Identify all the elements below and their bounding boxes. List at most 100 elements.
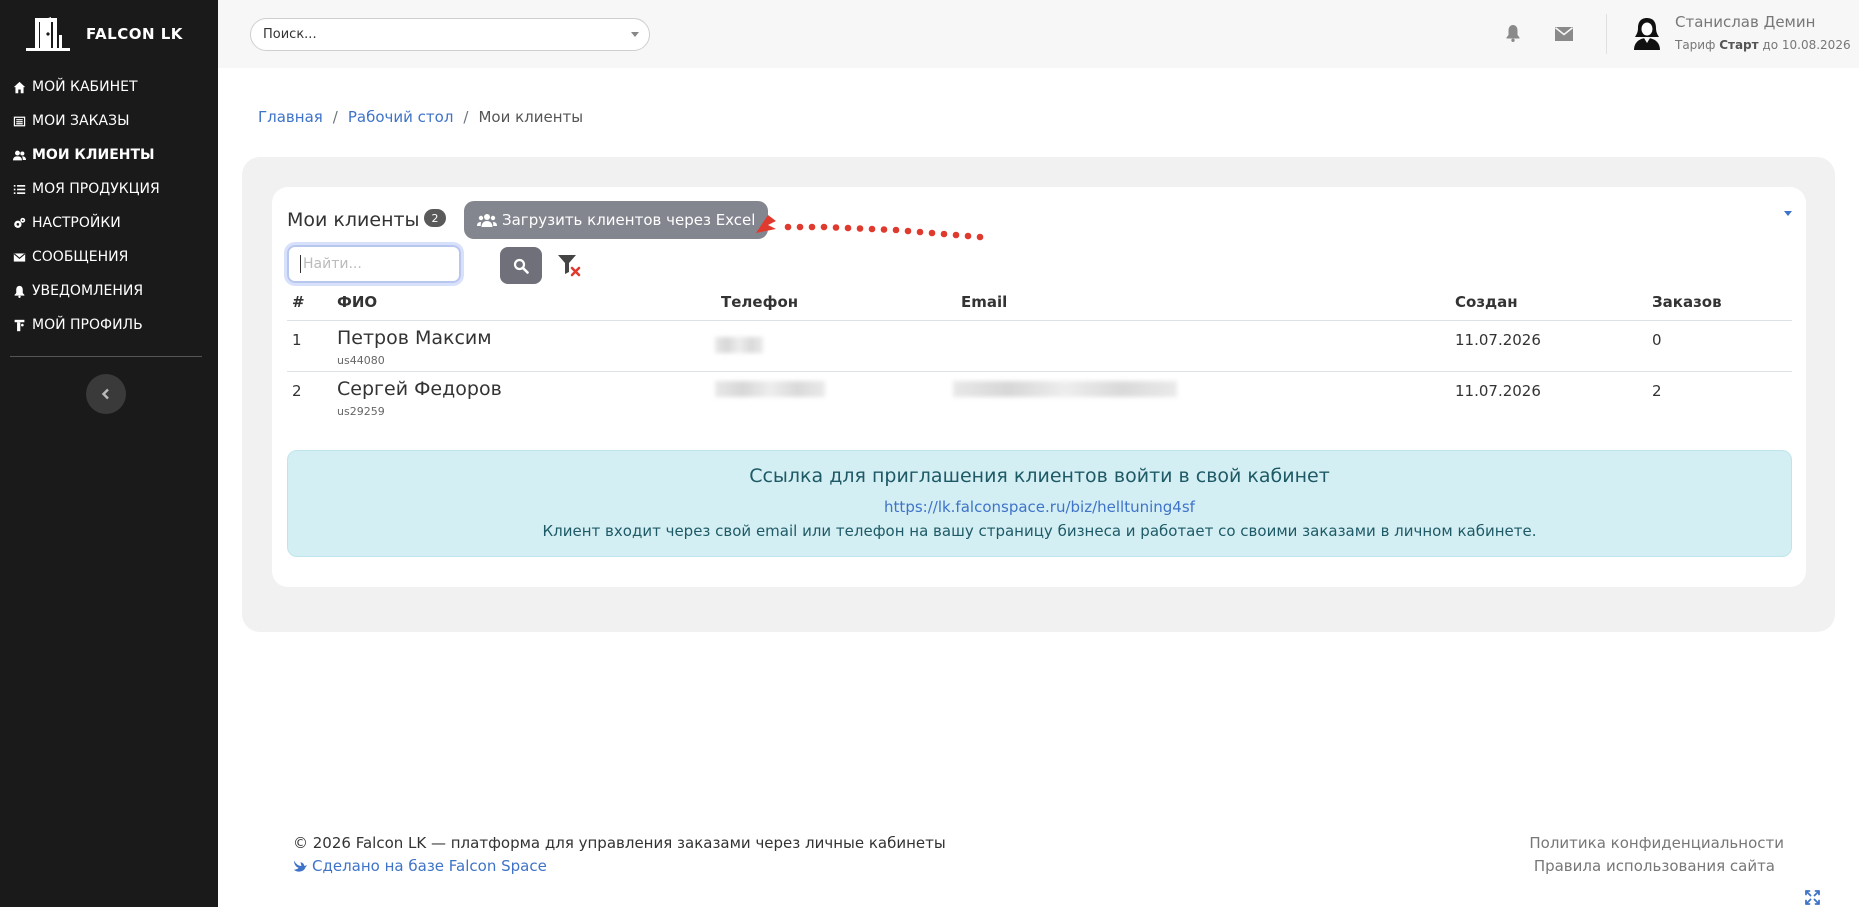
breadcrumb-current: Мои клиенты <box>478 108 584 126</box>
sidebar-item-label: МОИ ЗАКАЗЫ <box>32 113 130 129</box>
text-cursor <box>300 255 301 273</box>
clients-card: Мои клиенты 2 Загрузить клиентов через E… <box>272 187 1806 587</box>
upload-excel-button[interactable]: Загрузить клиентов через Excel <box>464 201 769 239</box>
row-fio[interactable]: Петров Максим <box>337 327 492 349</box>
invite-description: Клиент входит через свой email или телеф… <box>542 522 1537 540</box>
row-created: 11.07.2026 <box>1455 382 1541 400</box>
sidebar-item-my-profile[interactable]: МОЙ ПРОФИЛЬ <box>0 308 218 342</box>
user-name[interactable]: Станислав Демин <box>1675 13 1815 31</box>
sidebar-item-my-products[interactable]: МОЯ ПРОДУКЦИЯ <box>0 172 218 206</box>
sidebar-item-label: НАСТРОЙКИ <box>32 215 121 231</box>
col-num: # <box>292 293 305 311</box>
row-uid: us29259 <box>337 405 385 418</box>
users-icon <box>11 149 28 162</box>
row-fio[interactable]: Сергей Федоров <box>337 378 502 400</box>
sidebar-item-messages[interactable]: СООБЩЕНИЯ <box>0 240 218 274</box>
tariff-name: Старт <box>1719 38 1759 52</box>
chevron-left-icon <box>101 388 109 400</box>
sidebar-item-label: МОИ КЛИЕНТЫ <box>32 147 155 163</box>
clients-search-placeholder: Найти... <box>303 256 362 272</box>
caret-down-icon <box>631 32 639 37</box>
sidebar-item-label: МОЙ ПРОФИЛЬ <box>32 317 143 333</box>
card-collapse-caret-icon[interactable] <box>1784 211 1792 216</box>
list-ul-icon <box>11 183 28 196</box>
breadcrumb-separator: / <box>463 108 469 126</box>
footer-rules-link[interactable]: Правила использования сайта <box>1534 857 1775 875</box>
row-orders: 2 <box>1652 382 1662 400</box>
table-row[interactable]: 1 Петров Максим us44080 11.07.2026 0 <box>287 321 1792 372</box>
table-header: # ФИО Телефон Email Создан Заказов <box>287 287 1792 321</box>
top-header: Поиск... Станислав Демин Тариф Старт до … <box>218 0 1859 68</box>
tariff-suffix: до 10.08.2026 <box>1762 38 1851 52</box>
sidebar-nav: МОЙ КАБИНЕТ МОИ ЗАКАЗЫ МОИ КЛИЕНТЫ МОЯ П… <box>0 70 218 342</box>
sidebar-item-my-orders[interactable]: МОИ ЗАКАЗЫ <box>0 104 218 138</box>
messages-mail-icon[interactable] <box>1555 26 1573 41</box>
user-tariff: Тариф Старт до 10.08.2026 <box>1675 38 1851 52</box>
invite-title: Ссылка для приглашения клиентов войти в … <box>749 465 1330 487</box>
home-icon <box>11 81 28 94</box>
clients-search-button[interactable] <box>500 247 542 284</box>
envelope-icon <box>11 251 28 264</box>
user-tie-icon <box>11 319 28 332</box>
table-row[interactable]: 2 Сергей Федоров us29259 11.07.2026 2 <box>287 372 1792 423</box>
row-created: 11.07.2026 <box>1455 331 1541 349</box>
cogs-icon <box>11 217 28 230</box>
global-search-select[interactable]: Поиск... <box>250 18 650 51</box>
col-email: Email <box>961 293 1008 311</box>
page-title: Мои клиенты <box>287 209 420 231</box>
row-orders: 0 <box>1652 331 1662 349</box>
row-num: 1 <box>292 331 302 349</box>
tariff-prefix: Тариф <box>1675 38 1716 52</box>
search-select-placeholder: Поиск... <box>263 27 317 42</box>
sidebar-item-label: МОЯ ПРОДУКЦИЯ <box>32 181 160 197</box>
search-icon <box>513 258 529 274</box>
brand-logo[interactable]: FALCON LK <box>26 14 183 54</box>
content-panel: Мои клиенты 2 Загрузить клиентов через E… <box>242 157 1835 632</box>
breadcrumb-home-link[interactable]: Главная <box>258 108 323 126</box>
breadcrumb-separator: / <box>332 108 338 126</box>
footer-copyright: © 2026 Falcon LK — платформа для управле… <box>293 834 946 852</box>
clients-table: # ФИО Телефон Email Создан Заказов 1 Пет… <box>287 287 1792 423</box>
phone-redacted <box>715 337 763 353</box>
brand-name: FALCON LK <box>86 25 183 43</box>
sidebar-collapse-button[interactable] <box>86 374 126 414</box>
col-phone: Телефон <box>721 293 799 311</box>
users-icon <box>477 214 497 227</box>
clients-count-badge: 2 <box>424 209 446 227</box>
sidebar-item-label: УВЕДОМЛЕНИЯ <box>32 283 144 299</box>
col-created: Создан <box>1455 293 1518 311</box>
list-icon <box>11 115 28 128</box>
sidebar-item-my-clients[interactable]: МОИ КЛИЕНТЫ <box>0 138 218 172</box>
sidebar-item-label: СООБЩЕНИЯ <box>32 249 129 265</box>
sidebar: FALCON LK МОЙ КАБИНЕТ МОИ ЗАКАЗЫ МОИ КЛИ… <box>0 0 218 907</box>
user-avatar[interactable] <box>1632 16 1662 50</box>
sidebar-item-label: МОЙ КАБИНЕТ <box>32 79 138 95</box>
clients-search-input[interactable]: Найти... <box>287 245 461 283</box>
row-uid: us44080 <box>337 354 385 367</box>
row-num: 2 <box>292 382 302 400</box>
annotation-arrow-icon <box>756 215 984 241</box>
sidebar-item-my-cabinet[interactable]: МОЙ КАБИНЕТ <box>0 70 218 104</box>
phone-redacted <box>715 381 825 397</box>
sidebar-item-settings[interactable]: НАСТРОЙКИ <box>0 206 218 240</box>
email-redacted <box>953 381 1177 397</box>
bird-icon <box>293 860 308 872</box>
breadcrumb: Главная / Рабочий стол / Мои клиенты <box>258 108 583 126</box>
sidebar-item-notifications[interactable]: УВЕДОМЛЕНИЯ <box>0 274 218 308</box>
notifications-bell-icon[interactable] <box>1505 24 1521 42</box>
door-logo-icon <box>26 17 70 51</box>
footer-privacy-link[interactable]: Политика конфиденциальности <box>1529 834 1784 852</box>
invite-link[interactable]: https://lk.falconspace.ru/biz/helltuning… <box>288 498 1791 516</box>
expand-icon[interactable] <box>1805 890 1820 905</box>
footer-made-with-label: Сделано на базе Falcon Space <box>312 857 547 875</box>
col-orders: Заказов <box>1652 293 1722 311</box>
bell-icon <box>11 285 28 298</box>
invite-box: Ссылка для приглашения клиентов войти в … <box>287 450 1792 557</box>
filter-clear-icon[interactable] <box>555 251 583 279</box>
footer-made-with-link[interactable]: Сделано на базе Falcon Space <box>293 857 547 875</box>
col-fio: ФИО <box>337 293 378 311</box>
upload-excel-label: Загрузить клиентов через Excel <box>502 211 756 229</box>
breadcrumb-desk-link[interactable]: Рабочий стол <box>348 108 454 126</box>
header-divider <box>1606 14 1607 54</box>
sidebar-divider <box>10 356 202 357</box>
